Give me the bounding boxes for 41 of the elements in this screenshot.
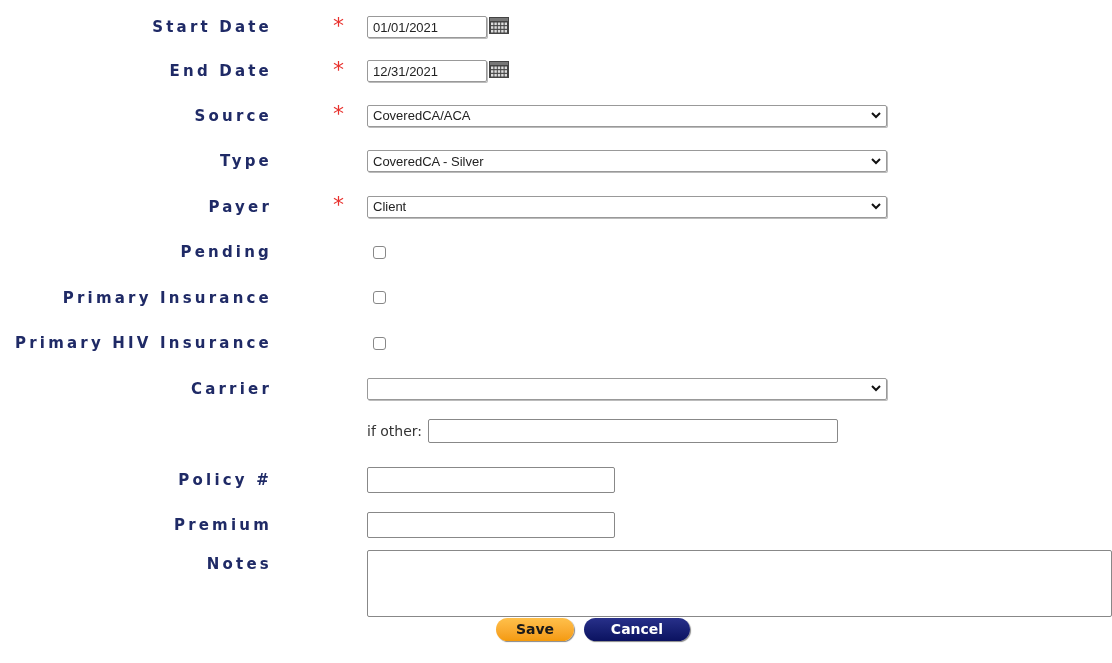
field-label: Premium xyxy=(173,515,272,536)
field-label: Policy # xyxy=(178,469,272,491)
text-input-field[interactable] xyxy=(367,466,615,493)
date-field[interactable]: 12/31/2021 xyxy=(367,60,487,82)
chevron-down-icon xyxy=(871,203,881,211)
chevron-down-icon xyxy=(871,157,881,165)
dropdown-value: CoveredCA/ACA xyxy=(373,107,471,125)
field-label: Primary HIV Insurance xyxy=(15,333,272,354)
dropdown-value: CoveredCA - Silver xyxy=(373,152,484,171)
dropdown-value: Client xyxy=(373,198,407,216)
date-field[interactable]: 01/01/2021 xyxy=(367,16,487,38)
other-input-field[interactable] xyxy=(428,419,839,444)
field-label: End Date xyxy=(169,60,272,82)
required-asterisk: * xyxy=(333,192,344,218)
field-label: Start Date xyxy=(152,16,272,38)
dropdown-field[interactable]: CoveredCA/ACA xyxy=(367,104,887,127)
checkbox[interactable] xyxy=(373,336,386,350)
chevron-down-icon xyxy=(871,112,881,120)
calendar-icon[interactable] xyxy=(489,16,509,34)
field-label: Type xyxy=(220,151,272,172)
required-asterisk: * xyxy=(333,12,344,38)
field-label: Notes xyxy=(206,554,272,575)
checkbox[interactable] xyxy=(373,291,386,305)
required-asterisk: * xyxy=(333,56,344,82)
field-label: Carrier xyxy=(190,378,272,400)
dropdown-field[interactable] xyxy=(367,377,887,400)
field-prefix: if other: xyxy=(367,421,423,441)
dropdown-field[interactable]: Client xyxy=(367,195,887,218)
required-asterisk: * xyxy=(333,101,344,127)
field-label: Source xyxy=(194,105,272,127)
field-label: Pending xyxy=(180,242,272,263)
dropdown-field[interactable]: CoveredCA - Silver xyxy=(367,150,887,173)
field-label: Payer xyxy=(208,196,272,218)
cancel-button[interactable]: Cancel xyxy=(584,618,690,641)
notes-textarea[interactable] xyxy=(367,550,1112,617)
text-input-field[interactable] xyxy=(367,512,615,539)
chevron-down-icon xyxy=(871,385,881,393)
checkbox[interactable] xyxy=(373,245,386,259)
save-button[interactable]: Save xyxy=(496,618,574,641)
field-label: Primary Insurance xyxy=(62,287,272,309)
calendar-icon[interactable] xyxy=(489,60,509,78)
